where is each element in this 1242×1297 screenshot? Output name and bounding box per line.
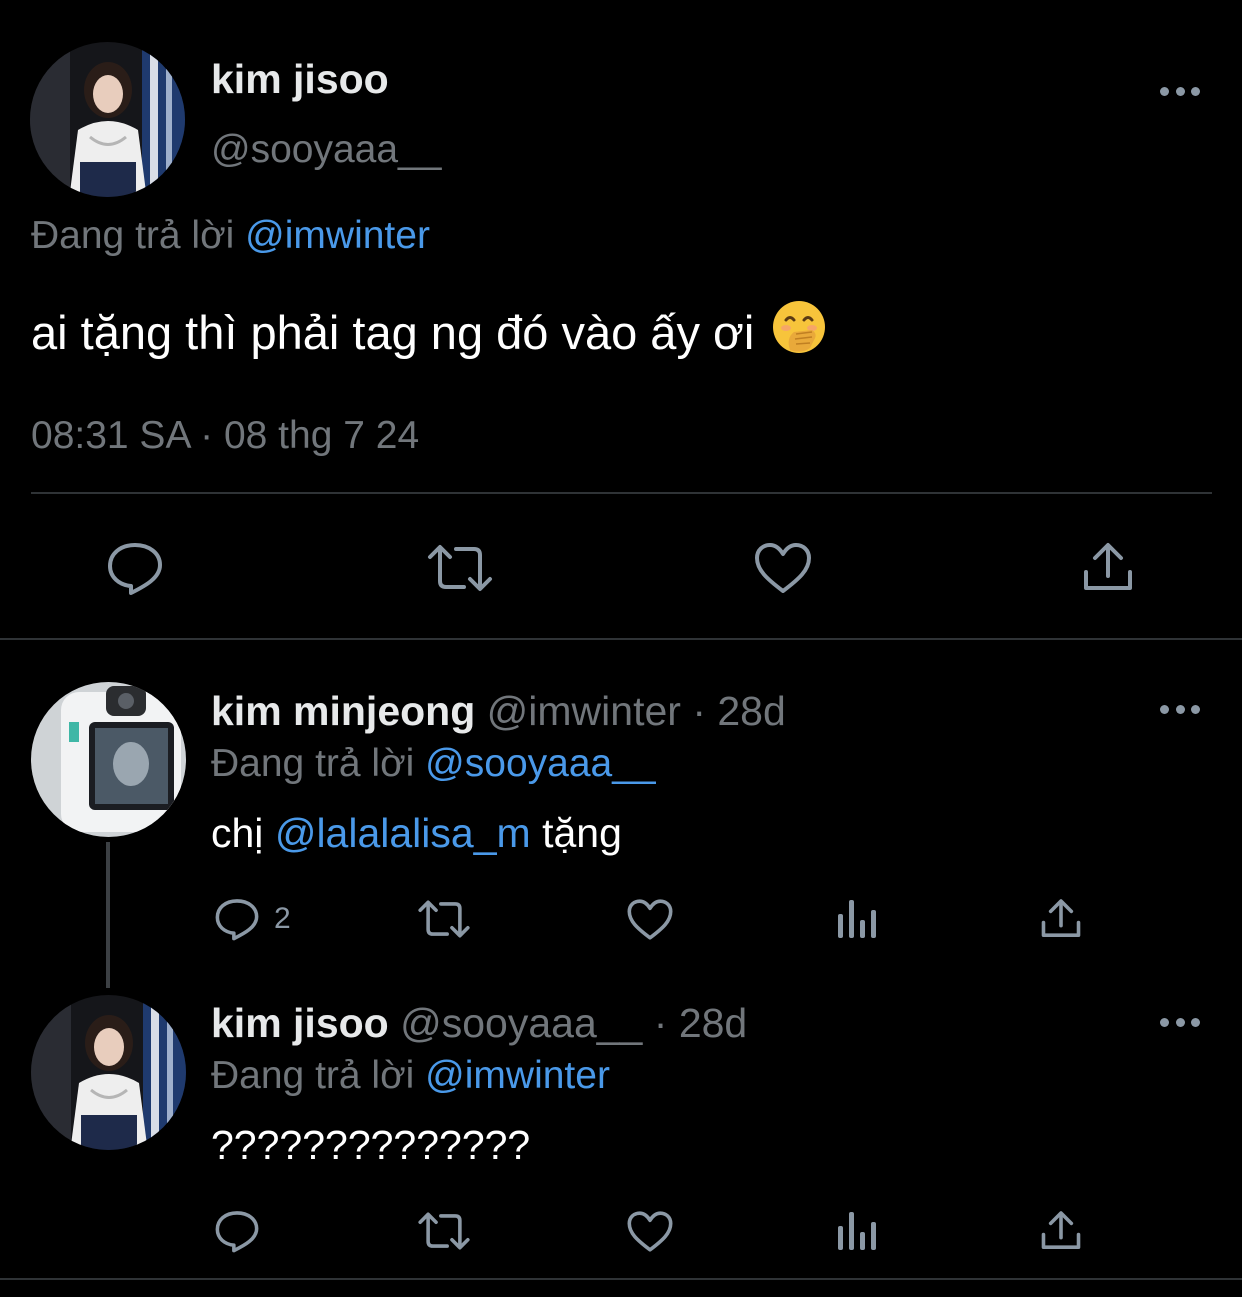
like-button[interactable] bbox=[626, 1210, 674, 1253]
tweet-timestamp: 08:31 SA · 08 thg 7 24 bbox=[31, 414, 420, 457]
share-icon bbox=[1041, 1211, 1081, 1250]
replying-prefix: Đang trả lời bbox=[211, 1054, 415, 1097]
divider bbox=[31, 492, 1212, 494]
share-button[interactable] bbox=[1082, 540, 1134, 594]
avatar-kim-jisoo[interactable] bbox=[31, 995, 186, 1150]
share-button[interactable] bbox=[1040, 897, 1082, 940]
reply-text-mention[interactable]: @lalalalisa_m bbox=[275, 810, 531, 856]
retweet-icon bbox=[418, 1212, 470, 1250]
reply-author-name[interactable]: kim minjeong bbox=[211, 688, 475, 734]
avatar-photo bbox=[30, 42, 185, 197]
tweet-text: ai tặng thì phải tag ng đó vào ấy ơi bbox=[31, 300, 826, 365]
share-icon bbox=[1084, 543, 1132, 590]
reply-icon bbox=[108, 543, 162, 595]
reply-time-ago: · 28d bbox=[692, 688, 786, 734]
reply-button[interactable] bbox=[214, 1209, 260, 1253]
replying-to-line: Đang trả lời @sooyaaa__ bbox=[211, 742, 656, 786]
replying-prefix: Đang trả lời bbox=[211, 742, 415, 785]
avatar-photo bbox=[31, 995, 186, 1150]
face-with-hand-over-mouth-emoji bbox=[772, 300, 826, 365]
analytics-icon bbox=[838, 1212, 876, 1250]
replying-to-mention[interactable]: @sooyaaa__ bbox=[425, 742, 655, 785]
retweet-icon bbox=[418, 900, 470, 938]
reply-count: 2 bbox=[274, 902, 291, 935]
like-button[interactable] bbox=[626, 898, 674, 941]
analytics-icon bbox=[838, 900, 876, 938]
retweet-button[interactable] bbox=[417, 1211, 471, 1251]
author-name[interactable]: kim jisoo bbox=[211, 56, 389, 103]
reply-time-ago: · 28d bbox=[653, 1000, 748, 1046]
analytics-button[interactable] bbox=[836, 1210, 878, 1252]
heart-icon bbox=[627, 899, 673, 940]
reply-text: chị @lalalalisa_m tặng bbox=[211, 810, 622, 857]
replying-to-mention[interactable]: @imwinter bbox=[425, 1054, 610, 1097]
reply-text-before: chị bbox=[211, 810, 264, 856]
heart-icon bbox=[627, 1211, 673, 1252]
reply-header: kim minjeong @imwinter · 28d bbox=[211, 688, 786, 735]
reply-author-name[interactable]: kim jisoo bbox=[211, 1000, 389, 1046]
share-button[interactable] bbox=[1040, 1209, 1082, 1252]
more-options-icon[interactable] bbox=[1160, 1016, 1200, 1028]
replying-to-line: Đang trả lời @imwinter bbox=[211, 1054, 610, 1098]
avatar-photo bbox=[31, 682, 186, 837]
divider bbox=[0, 1278, 1242, 1280]
reply-author-handle[interactable]: @sooyaaa__ bbox=[400, 1000, 642, 1046]
analytics-button[interactable] bbox=[836, 898, 878, 940]
more-options-icon[interactable] bbox=[1160, 703, 1200, 715]
reply-icon bbox=[215, 1211, 259, 1253]
avatar-kim-jisoo[interactable] bbox=[30, 42, 185, 197]
like-button[interactable] bbox=[753, 541, 813, 595]
retweet-button[interactable] bbox=[417, 899, 471, 939]
thread-line bbox=[106, 842, 110, 988]
reply-button[interactable]: 2 bbox=[214, 897, 291, 941]
retweet-button[interactable] bbox=[426, 543, 494, 593]
replying-to-mention[interactable]: @imwinter bbox=[245, 214, 430, 257]
heart-icon bbox=[755, 543, 811, 593]
reply-icon bbox=[215, 899, 259, 941]
reply-text: ?????????????? bbox=[211, 1122, 531, 1168]
reply-button[interactable] bbox=[106, 540, 164, 596]
share-icon bbox=[1041, 899, 1081, 938]
more-options-icon[interactable] bbox=[1160, 85, 1200, 97]
retweet-icon bbox=[428, 545, 492, 591]
reply-text-after: tặng bbox=[542, 810, 622, 856]
divider bbox=[0, 638, 1242, 640]
tweet-text-content: ai tặng thì phải tag ng đó vào ấy ơi bbox=[31, 306, 755, 359]
avatar-kim-minjeong[interactable] bbox=[31, 682, 186, 837]
reply-author-handle[interactable]: @imwinter bbox=[487, 688, 681, 734]
replying-to-line: Đang trả lời @imwinter bbox=[31, 214, 430, 258]
reply-header: kim jisoo @sooyaaa__ · 28d bbox=[211, 1000, 747, 1047]
replying-prefix: Đang trả lời bbox=[31, 214, 235, 257]
author-handle[interactable]: @sooyaaa__ bbox=[211, 128, 441, 172]
